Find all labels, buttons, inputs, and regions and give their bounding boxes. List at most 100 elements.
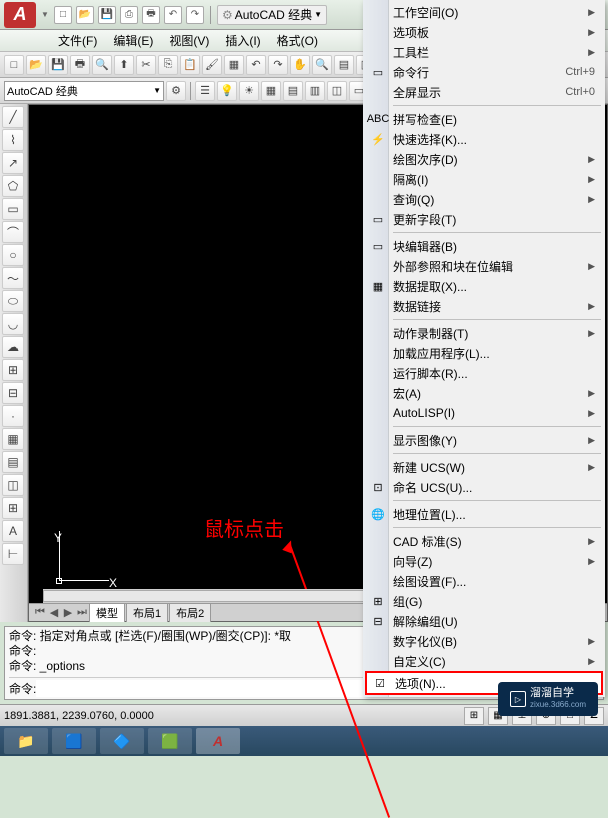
new-icon[interactable]: □ [54, 6, 72, 24]
print-icon[interactable]: 🖶 [142, 6, 160, 24]
workspace-combo[interactable]: AutoCAD 经典 ▼ [4, 81, 164, 101]
publish-button[interactable]: ⬆ [114, 55, 134, 75]
ellipse-tool[interactable]: ⬭ [2, 290, 24, 312]
task-autocad[interactable]: A [196, 728, 240, 754]
menu-item[interactable]: 🌐地理位置(L)... [365, 504, 603, 524]
layer-button[interactable]: ☰ [195, 81, 215, 101]
menu-item[interactable]: 绘图设置(F)... [365, 571, 603, 591]
spline-tool[interactable]: ～ [2, 267, 24, 289]
menu-item[interactable]: 隔离(I)▶ [365, 169, 603, 189]
task-explorer[interactable]: 📁 [4, 728, 48, 754]
open-button[interactable]: 📂 [26, 55, 46, 75]
menu-item[interactable]: 自定义(C)▶ [365, 651, 603, 671]
copy-button[interactable]: ⎘ [158, 55, 178, 75]
circle-tool[interactable]: ○ [2, 244, 24, 266]
open-icon[interactable]: 📂 [76, 6, 94, 24]
app-logo[interactable]: A [4, 2, 36, 28]
polygon-tool[interactable]: ⬠ [2, 175, 24, 197]
tab-prev[interactable]: ◀ [47, 606, 61, 620]
menu-view[interactable]: 视图(V) [161, 30, 217, 51]
sun-button[interactable]: ☀ [239, 81, 259, 101]
task-app4[interactable]: 🟩 [148, 728, 192, 754]
tab-layout2[interactable]: 布局2 [169, 603, 211, 622]
block-button[interactable]: ▦ [224, 55, 244, 75]
menu-item[interactable]: ⚡快速选择(K)... [365, 129, 603, 149]
menu-item[interactable]: 工具栏▶ [365, 42, 603, 62]
saveas-icon[interactable]: ⎙ [120, 6, 138, 24]
plot-button[interactable]: 🖶 [70, 55, 90, 75]
menu-item[interactable]: 新建 UCS(W)▶ [365, 457, 603, 477]
menu-item[interactable]: 全屏显示Ctrl+0 [365, 82, 603, 102]
paste-button[interactable]: 📋 [180, 55, 200, 75]
preview-button[interactable]: 🔍 [92, 55, 112, 75]
redo-button[interactable]: ↷ [268, 55, 288, 75]
menu-item[interactable]: ⊞组(G) [365, 591, 603, 611]
menu-item[interactable]: 显示图像(Y)▶ [365, 430, 603, 450]
menu-edit[interactable]: 编辑(E) [105, 30, 161, 51]
polyline-tool[interactable]: ⌇ [2, 129, 24, 151]
menu-item[interactable]: ▭更新字段(T) [365, 209, 603, 229]
pan-button[interactable]: ✋ [290, 55, 310, 75]
task-app3[interactable]: 🔷 [100, 728, 144, 754]
menu-item[interactable]: 数据链接▶ [365, 296, 603, 316]
menu-item[interactable]: 向导(Z)▶ [365, 551, 603, 571]
line-tool[interactable]: ╱ [2, 106, 24, 128]
menu-insert[interactable]: 插入(I) [217, 30, 268, 51]
menu-item[interactable]: 绘图次序(D)▶ [365, 149, 603, 169]
menu-item[interactable]: 选项板▶ [365, 22, 603, 42]
menu-item[interactable]: 查询(Q)▶ [365, 189, 603, 209]
menu-item[interactable]: 运行脚本(R)... [365, 363, 603, 383]
menu-item[interactable]: AutoLISP(I)▶ [365, 403, 603, 423]
tab-model[interactable]: 模型 [89, 603, 125, 622]
make-block-tool[interactable]: ⊟ [2, 382, 24, 404]
text-tool[interactable]: A [2, 520, 24, 542]
light-button[interactable]: 💡 [217, 81, 237, 101]
menu-item[interactable]: 宏(A)▶ [365, 383, 603, 403]
table-tool[interactable]: ⊞ [2, 497, 24, 519]
menu-item[interactable]: 工作空间(O)▶ [365, 2, 603, 22]
tab-first[interactable]: ⏮ [33, 606, 47, 620]
menu-item[interactable]: ▭块编辑器(B) [365, 236, 603, 256]
workspace-selector[interactable]: ⚙ AutoCAD 经典 ▼ [217, 5, 327, 25]
menu-item[interactable]: 外部参照和块在位编辑▶ [365, 256, 603, 276]
tab-last[interactable]: ⏭ [75, 606, 89, 620]
ws-settings-button[interactable]: ⚙ [166, 81, 186, 101]
new-button[interactable]: □ [4, 55, 24, 75]
cut-button[interactable]: ✂ [136, 55, 156, 75]
menu-item[interactable]: ▭命令行Ctrl+9 [365, 62, 603, 82]
save-icon[interactable]: 💾 [98, 6, 116, 24]
task-app2[interactable]: 🟦 [52, 728, 96, 754]
save-button[interactable]: 💾 [48, 55, 68, 75]
tab-next[interactable]: ▶ [61, 606, 75, 620]
match-button[interactable]: 🖌 [202, 55, 222, 75]
sheet-button[interactable]: ▤ [334, 55, 354, 75]
menu-item[interactable]: 动作录制器(T)▶ [365, 323, 603, 343]
menu-item[interactable]: 数字化仪(B)▶ [365, 631, 603, 651]
ellipse-arc-tool[interactable]: ◡ [2, 313, 24, 335]
menu-item[interactable]: ▦数据提取(X)... [365, 276, 603, 296]
prop3-button[interactable]: ▥ [305, 81, 325, 101]
arc-tool[interactable]: ⌒ [2, 221, 24, 243]
prop2-button[interactable]: ▤ [283, 81, 303, 101]
menu-item[interactable]: CAD 标准(S)▶ [365, 531, 603, 551]
menu-format[interactable]: 格式(O) [269, 30, 326, 51]
zoom-button[interactable]: 🔍 [312, 55, 332, 75]
menu-item[interactable]: ⊡命名 UCS(U)... [365, 477, 603, 497]
prop4-button[interactable]: ◫ [327, 81, 347, 101]
revision-cloud-tool[interactable]: ☁ [2, 336, 24, 358]
redo-icon[interactable]: ↷ [186, 6, 204, 24]
undo-button[interactable]: ↶ [246, 55, 266, 75]
rectangle-tool[interactable]: ▭ [2, 198, 24, 220]
tab-layout1[interactable]: 布局1 [126, 603, 168, 622]
insert-block-tool[interactable]: ⊞ [2, 359, 24, 381]
app-menu-dropdown[interactable]: ▼ [40, 2, 50, 28]
menu-file[interactable]: 文件(F) [50, 30, 105, 51]
prop-button[interactable]: ▦ [261, 81, 281, 101]
point-tool[interactable]: · [2, 405, 24, 427]
undo-icon[interactable]: ↶ [164, 6, 182, 24]
region-tool[interactable]: ◫ [2, 474, 24, 496]
gradient-tool[interactable]: ▤ [2, 451, 24, 473]
menu-item[interactable]: 加载应用程序(L)... [365, 343, 603, 363]
hatch-tool[interactable]: ▦ [2, 428, 24, 450]
ray-tool[interactable]: ↗ [2, 152, 24, 174]
